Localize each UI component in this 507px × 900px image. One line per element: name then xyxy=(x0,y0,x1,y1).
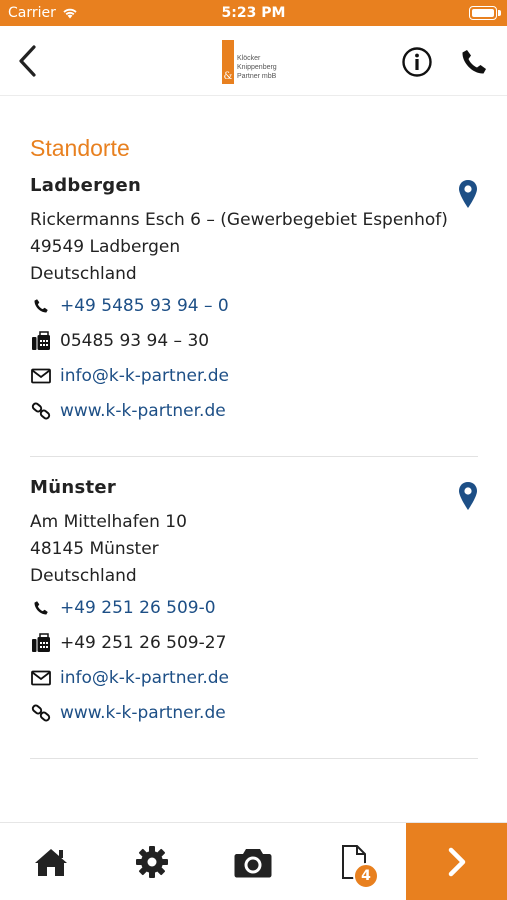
location-card: Münster Am Mittelhafen 10 48145 Münster … xyxy=(30,477,478,730)
fax-number: +49 251 26 509-27 xyxy=(60,632,227,653)
address-line: 48145 Münster xyxy=(30,539,159,559)
phone-link[interactable]: +49 5485 93 94 – 0 xyxy=(60,296,229,316)
documents-count-badge: 4 xyxy=(353,863,379,889)
phone-icon xyxy=(30,295,52,317)
gear-icon xyxy=(135,846,168,878)
envelope-icon xyxy=(30,365,52,387)
link-icon xyxy=(30,702,52,724)
chevron-left-icon xyxy=(19,45,36,77)
fax-icon xyxy=(30,330,52,352)
address-block: Am Mittelhafen 10 48145 Münster Deutschl… xyxy=(30,509,478,590)
location-card: Ladbergen Rickermanns Esch 6 – (Gewerbeg… xyxy=(30,175,478,428)
email-row[interactable]: info@k-k-partner.de xyxy=(30,660,478,695)
logo-text: Klöcker Knippenberg Partner mbB xyxy=(237,54,277,81)
map-pin-icon xyxy=(459,180,477,208)
address-line: Rickermanns Esch 6 – (Gewerbegebiet Espe… xyxy=(30,210,448,230)
phone-icon xyxy=(462,50,486,74)
navigation-bar: & Klöcker Knippenberg Partner mbB xyxy=(0,26,507,96)
address-block: Rickermanns Esch 6 – (Gewerbegebiet Espe… xyxy=(30,207,478,288)
address-line: Deutschland xyxy=(30,264,137,284)
home-icon xyxy=(34,849,67,876)
battery-level xyxy=(472,9,494,17)
web-row[interactable]: www.k-k-partner.de xyxy=(30,695,478,730)
address-line: Deutschland xyxy=(30,566,137,586)
logo-line: Partner mbB xyxy=(237,73,277,80)
tab-home[interactable] xyxy=(0,823,101,900)
email-link[interactable]: info@k-k-partner.de xyxy=(60,366,229,386)
logo-line: Knippenberg xyxy=(237,64,277,71)
link-icon xyxy=(30,400,52,422)
phone-link[interactable]: +49 251 26 509-0 xyxy=(60,598,216,618)
address-line: 49549 Ladbergen xyxy=(30,237,181,257)
map-pin-button[interactable] xyxy=(458,481,478,511)
fax-icon xyxy=(30,632,52,654)
logo-line: Klöcker xyxy=(237,55,261,62)
website-link[interactable]: www.k-k-partner.de xyxy=(60,703,226,723)
logo-mark: & xyxy=(222,40,234,84)
address-line: Am Mittelhafen 10 xyxy=(30,512,187,532)
divider xyxy=(30,758,478,759)
phone-row[interactable]: +49 5485 93 94 – 0 xyxy=(30,288,478,323)
tab-camera[interactable] xyxy=(202,823,303,900)
call-button[interactable] xyxy=(458,46,490,78)
status-time: 5:23 PM xyxy=(221,5,286,21)
email-row[interactable]: info@k-k-partner.de xyxy=(30,358,478,393)
website-link[interactable]: www.k-k-partner.de xyxy=(60,401,226,421)
tab-settings[interactable] xyxy=(101,823,202,900)
location-name: Münster xyxy=(30,477,117,498)
fax-row: 05485 93 94 – 30 xyxy=(30,323,478,358)
info-circle-icon xyxy=(402,47,432,77)
chevron-right-icon xyxy=(448,847,465,877)
camera-icon xyxy=(234,849,271,878)
back-button[interactable] xyxy=(14,42,40,80)
map-pin-button[interactable] xyxy=(458,179,478,209)
map-pin-icon xyxy=(459,482,477,510)
divider xyxy=(30,456,478,457)
web-row[interactable]: www.k-k-partner.de xyxy=(30,393,478,428)
phone-row[interactable]: +49 251 26 509-0 xyxy=(30,590,478,625)
next-button[interactable] xyxy=(406,823,507,900)
logo-ampersand: & xyxy=(223,71,233,82)
fax-number: 05485 93 94 – 30 xyxy=(60,330,210,351)
company-logo: & Klöcker Knippenberg Partner mbB xyxy=(222,40,277,84)
locations-content[interactable]: Standorte Ladbergen Rickermanns Esch 6 –… xyxy=(0,97,507,821)
info-button[interactable] xyxy=(401,46,433,78)
tab-documents[interactable]: 4 xyxy=(303,823,404,900)
fax-row: +49 251 26 509-27 xyxy=(30,625,478,660)
phone-icon xyxy=(30,597,52,619)
tab-bar: 4 xyxy=(0,822,507,900)
envelope-icon xyxy=(30,667,52,689)
email-link[interactable]: info@k-k-partner.de xyxy=(60,668,229,688)
status-bar: Carrier 5:23 PM xyxy=(0,0,507,26)
battery-icon xyxy=(469,6,501,20)
page-title: Standorte xyxy=(30,135,130,161)
location-name: Ladbergen xyxy=(30,175,142,196)
